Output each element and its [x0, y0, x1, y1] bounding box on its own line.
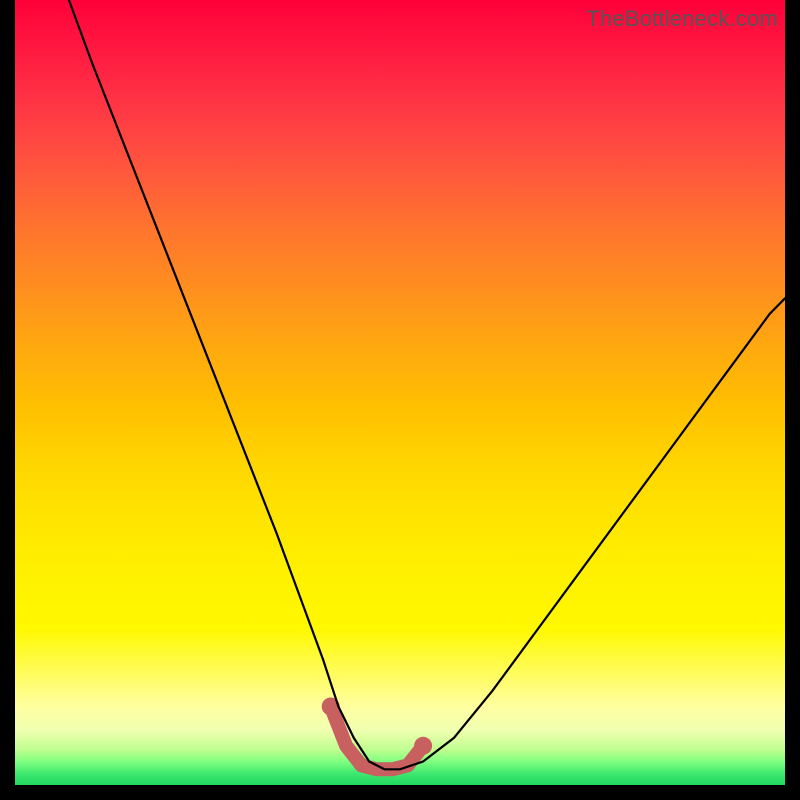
bottleneck-curve-line [69, 0, 785, 769]
chart-frame: TheBottleneck.com [0, 0, 800, 800]
plot-area [15, 0, 785, 785]
highlight-line [331, 707, 423, 770]
watermark-text: TheBottleneck.com [586, 6, 778, 32]
highlight-endpoint-dot [414, 737, 432, 755]
chart-svg [15, 0, 785, 785]
